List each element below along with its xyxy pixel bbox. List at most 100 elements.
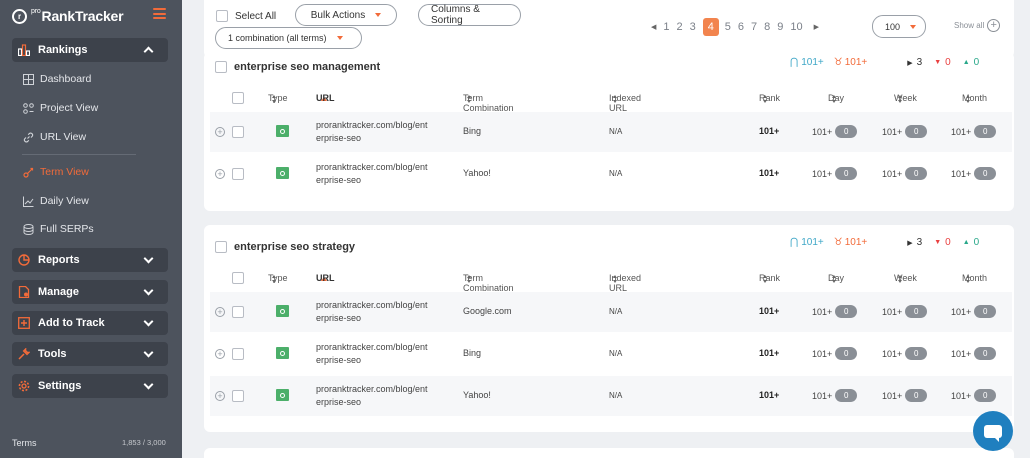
sidebar-item-dashboard[interactable]: Dashboard (22, 70, 91, 88)
row-checkbox[interactable] (232, 306, 244, 318)
columns-sorting-button[interactable]: Columns & Sorting (418, 4, 521, 26)
expand-icon[interactable]: + (215, 127, 225, 137)
prev-page-icon[interactable]: ◀ (651, 23, 656, 31)
col-term[interactable]: Term Combination (463, 93, 514, 113)
col-url[interactable]: URL (316, 93, 335, 103)
term-name: enterprise seo strategy (234, 241, 356, 253)
row-rank: 101+ (759, 126, 780, 136)
chat-button[interactable] (973, 411, 1013, 451)
page-5[interactable]: 5 (725, 21, 731, 33)
row-checkbox[interactable] (232, 126, 244, 138)
page-2[interactable]: 2 (677, 21, 683, 33)
page-9[interactable]: 9 (777, 21, 783, 33)
next-page-icon[interactable]: ▶ (814, 23, 819, 31)
table-row[interactable]: + proranktracker.com/blog/ent erprise-seo… (210, 154, 1012, 194)
page-8[interactable]: 8 (764, 21, 770, 33)
nav-group-add-to-track[interactable]: Add to Track (12, 311, 168, 335)
header-checkbox[interactable] (232, 272, 244, 284)
sidebar-item-daily-view[interactable]: Daily View (22, 192, 89, 210)
group-checkbox[interactable] (215, 61, 227, 73)
reports-icon (18, 254, 30, 266)
nav-group-reports[interactable]: Reports (12, 248, 168, 272)
expand-icon[interactable]: + (215, 349, 225, 359)
per-page-select[interactable]: 100 (872, 15, 926, 38)
col-week[interactable]: Week (894, 273, 917, 283)
caret-down-icon (910, 24, 917, 29)
up-count: 0 (973, 57, 980, 68)
tools-icon (18, 348, 30, 360)
col-rank[interactable]: Rank (759, 273, 780, 283)
col-month[interactable]: Month (962, 273, 987, 283)
col-month[interactable]: Month (962, 93, 987, 103)
terms-link[interactable]: Terms (12, 438, 37, 448)
row-checkbox[interactable] (232, 348, 244, 360)
flat-arrow-icon: ▶ (907, 59, 913, 67)
hamburger-menu-icon[interactable] (153, 8, 166, 19)
nav-group-tools[interactable]: Tools (12, 342, 168, 366)
page-6[interactable]: 6 (738, 21, 744, 33)
page-current[interactable]: 4 (702, 18, 719, 36)
table-row[interactable]: + proranktracker.com/blog/ent erprise-seo… (210, 292, 1012, 332)
row-month: 101+ 0 (951, 389, 997, 402)
select-all[interactable]: Select All (216, 10, 276, 22)
row-checkbox[interactable] (232, 168, 244, 180)
header-checkbox[interactable] (232, 92, 244, 104)
nav-group-rankings[interactable]: Rankings (12, 38, 168, 62)
combination-select[interactable]: 1 combination (all terms) (215, 27, 362, 49)
week-change-badge: 0 (905, 125, 928, 138)
col-type[interactable]: Type (268, 273, 288, 283)
col-rank[interactable]: Rank (759, 93, 780, 103)
expand-icon[interactable]: + (215, 391, 225, 401)
col-url[interactable]: URL (316, 273, 335, 283)
term-group-card: enterprise seo strategy ⋂ 101+ ♉ 101+ ▶ … (204, 225, 1014, 432)
row-url[interactable]: proranktracker.com/blog/ent erprise-seo (316, 119, 428, 145)
row-term: Bing (463, 348, 482, 358)
search-engine-icon (276, 305, 289, 317)
table-row[interactable]: + proranktracker.com/blog/ent erprise-seo… (210, 112, 1012, 152)
col-day[interactable]: Day (828, 273, 844, 283)
page-10[interactable]: 10 (790, 21, 802, 33)
sidebar-item-url-view[interactable]: URL View (22, 128, 86, 146)
row-checkbox[interactable] (232, 390, 244, 402)
sort-icon (966, 94, 971, 103)
row-url[interactable]: proranktracker.com/blog/ent erprise-seo (316, 161, 428, 187)
row-url[interactable]: proranktracker.com/blog/ent erprise-seo (316, 383, 428, 409)
table-row[interactable]: + proranktracker.com/blog/ent erprise-seo… (210, 334, 1012, 374)
up-arrow-icon: ▲ (962, 59, 970, 66)
week-change-badge: 0 (905, 305, 928, 318)
row-url[interactable]: proranktracker.com/blog/ent erprise-seo (316, 341, 428, 367)
nav-group-label: Tools (38, 348, 67, 360)
page-1[interactable]: 1 (663, 21, 669, 33)
best-rank-icon: ⋂ (790, 57, 799, 68)
expand-icon[interactable]: + (215, 307, 225, 317)
row-week: 101+ 0 (882, 305, 928, 318)
col-term[interactable]: Term Combination (463, 273, 514, 293)
col-type[interactable]: Type (268, 93, 288, 103)
group-stats: ⋂ 101+ ♉ 101+ ▶ 3 ▼ 0 ▲ 0 (790, 237, 979, 248)
sidebar-item-term-view[interactable]: Term View (22, 163, 89, 181)
row-url[interactable]: proranktracker.com/blog/ent erprise-seo (316, 299, 428, 325)
nav-group-settings[interactable]: Settings (12, 374, 168, 398)
col-indexed[interactable]: Indexed URL (609, 93, 641, 113)
sidebar-item-project-view[interactable]: Project View (22, 99, 98, 117)
page-3[interactable]: 3 (690, 21, 696, 33)
sort-icon (898, 94, 903, 103)
bulk-actions-button[interactable]: Bulk Actions (295, 4, 397, 26)
row-indexed-url: N/A (609, 169, 623, 178)
page-7[interactable]: 7 (751, 21, 757, 33)
app-logo[interactable]: r proRankTracker (12, 6, 124, 26)
logo-mark-icon: r (12, 8, 27, 24)
col-week[interactable]: Week (894, 93, 917, 103)
nav-group-manage[interactable]: Manage (12, 280, 168, 304)
table-row[interactable]: + proranktracker.com/blog/ent erprise-seo… (210, 376, 1012, 416)
expand-icon[interactable]: + (215, 169, 225, 179)
row-term: Google.com (463, 306, 512, 316)
sidebar-item-full-serps[interactable]: Full SERPs (22, 220, 94, 238)
col-day[interactable]: Day (828, 93, 844, 103)
chevron-down-icon (143, 316, 154, 327)
show-all-button[interactable]: Show all + (954, 19, 1001, 32)
group-checkbox[interactable] (215, 241, 227, 253)
select-all-checkbox[interactable] (216, 10, 228, 22)
flat-arrow-icon: ▶ (907, 239, 913, 247)
col-indexed[interactable]: Indexed URL (609, 273, 641, 293)
